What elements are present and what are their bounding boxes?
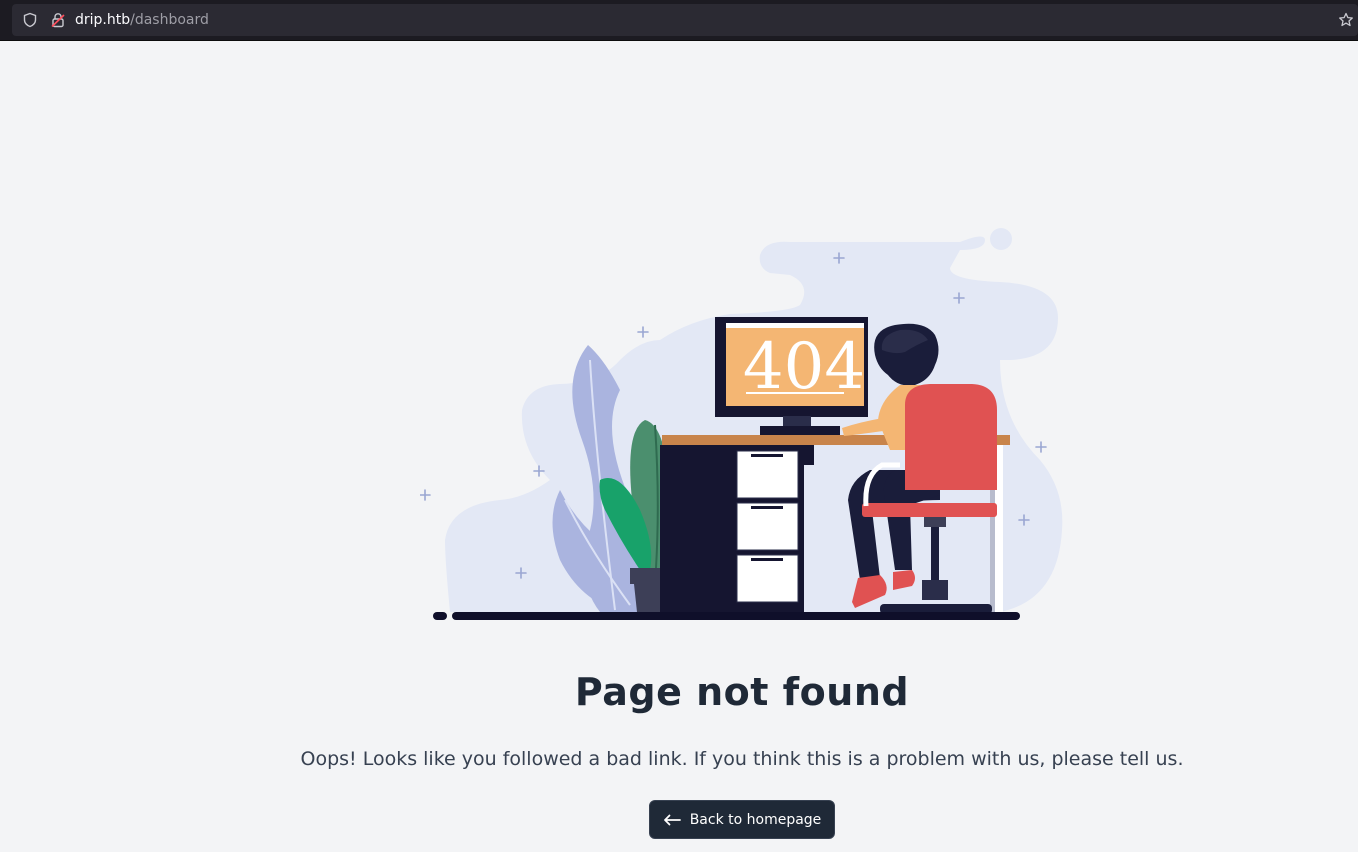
lock-icon[interactable] [50,12,66,28]
floor-line [433,612,1020,620]
back-to-homepage-button[interactable]: Back to homepage [649,800,835,839]
url-path: /dashboard [130,12,209,28]
arrow-left-icon [663,814,681,825]
url-text[interactable]: drip.htb/dashboard [75,11,209,29]
page-title: Page not found [574,670,910,714]
address-bar[interactable]: drip.htb/dashboard [12,4,1358,36]
404-illustration: 404 [420,228,1063,620]
bookmark-star-icon[interactable] [1338,12,1354,28]
shield-icon[interactable] [22,12,38,28]
url-host: drip.htb [75,12,131,28]
browser-toolbar: drip.htb/dashboard [0,0,1358,41]
back-button-label: Back to homepage [689,811,822,828]
error-message: Oops! Looks like you followed a bad link… [300,748,1184,770]
